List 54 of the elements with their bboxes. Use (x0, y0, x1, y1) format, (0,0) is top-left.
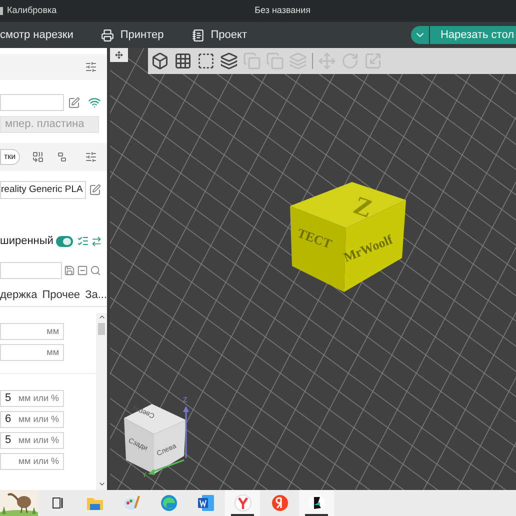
palette-icon (122, 494, 140, 512)
parameter-field[interactable]: 6 мм или % (0, 411, 64, 428)
settings-icon[interactable] (85, 61, 97, 73)
parameter-field[interactable]: мм (0, 344, 64, 361)
z-axis-arrow (183, 406, 189, 458)
add-cube-icon[interactable] (151, 52, 169, 70)
edit-icon[interactable] (89, 184, 101, 196)
taskbar-app[interactable] (299, 490, 334, 516)
model-side-label: ТЕСТ (295, 225, 334, 252)
arrows-icon (115, 51, 123, 59)
minus-icon[interactable] (77, 264, 88, 276)
slice-options-button[interactable] (411, 26, 430, 44)
toolbar-tab[interactable]: Принтер (101, 26, 164, 44)
scroll-up-icon[interactable] (98, 313, 106, 321)
toolbar-tab[interactable]: смотр нарезки (0, 26, 74, 44)
parameter-field[interactable]: 5 мм или % (0, 432, 64, 449)
search-field[interactable] (0, 262, 62, 278)
toolbar-tab[interactable]: Проект (192, 26, 247, 44)
model-top-label: Z (350, 190, 376, 224)
settings-icon[interactable] (85, 151, 97, 163)
save-icon[interactable] (64, 264, 75, 276)
printer-field[interactable] (0, 94, 64, 111)
parameter-field[interactable]: 5 мм или % (0, 390, 64, 407)
printer-icon (101, 28, 114, 42)
scroll-down-icon[interactable] (98, 480, 106, 488)
edit-icon[interactable] (68, 96, 80, 108)
collapse-tab[interactable] (110, 48, 128, 62)
search-icon[interactable] (90, 264, 101, 276)
y-axis-arrow (148, 459, 184, 475)
folder-icon (86, 495, 104, 511)
grid-icon[interactable] (174, 52, 192, 70)
parameter-tab[interactable]: Прочее (42, 286, 80, 303)
filament-pill-button[interactable]: тки (0, 149, 20, 165)
window-title: Без названия (254, 4, 311, 18)
taskbar-app[interactable] (225, 490, 260, 516)
browser-swirl-icon (160, 494, 178, 512)
filament-field[interactable]: reality Generic PLA (0, 181, 86, 199)
document-icon (196, 494, 214, 512)
compare-icon[interactable] (91, 236, 102, 247)
scrollbar[interactable] (96, 313, 107, 490)
list-icon (192, 28, 205, 42)
y-browser-icon (234, 494, 252, 512)
parameter-field[interactable]: мм или % (0, 453, 64, 470)
slicer-app-icon (308, 494, 326, 512)
ya-letter-icon (270, 494, 288, 512)
task-view-icon (50, 496, 64, 510)
list-icon[interactable] (77, 235, 90, 248)
calibration-menu[interactable]: Калибровка (7, 4, 57, 18)
scroll-thumb[interactable] (98, 323, 105, 335)
advanced-label: ширенный (0, 234, 54, 249)
advanced-toggle[interactable] (56, 236, 74, 247)
parameter-tab[interactable]: За... (85, 286, 107, 303)
parameter-tab[interactable]: держка (0, 286, 38, 303)
parameter-field[interactable]: мм (0, 323, 64, 340)
